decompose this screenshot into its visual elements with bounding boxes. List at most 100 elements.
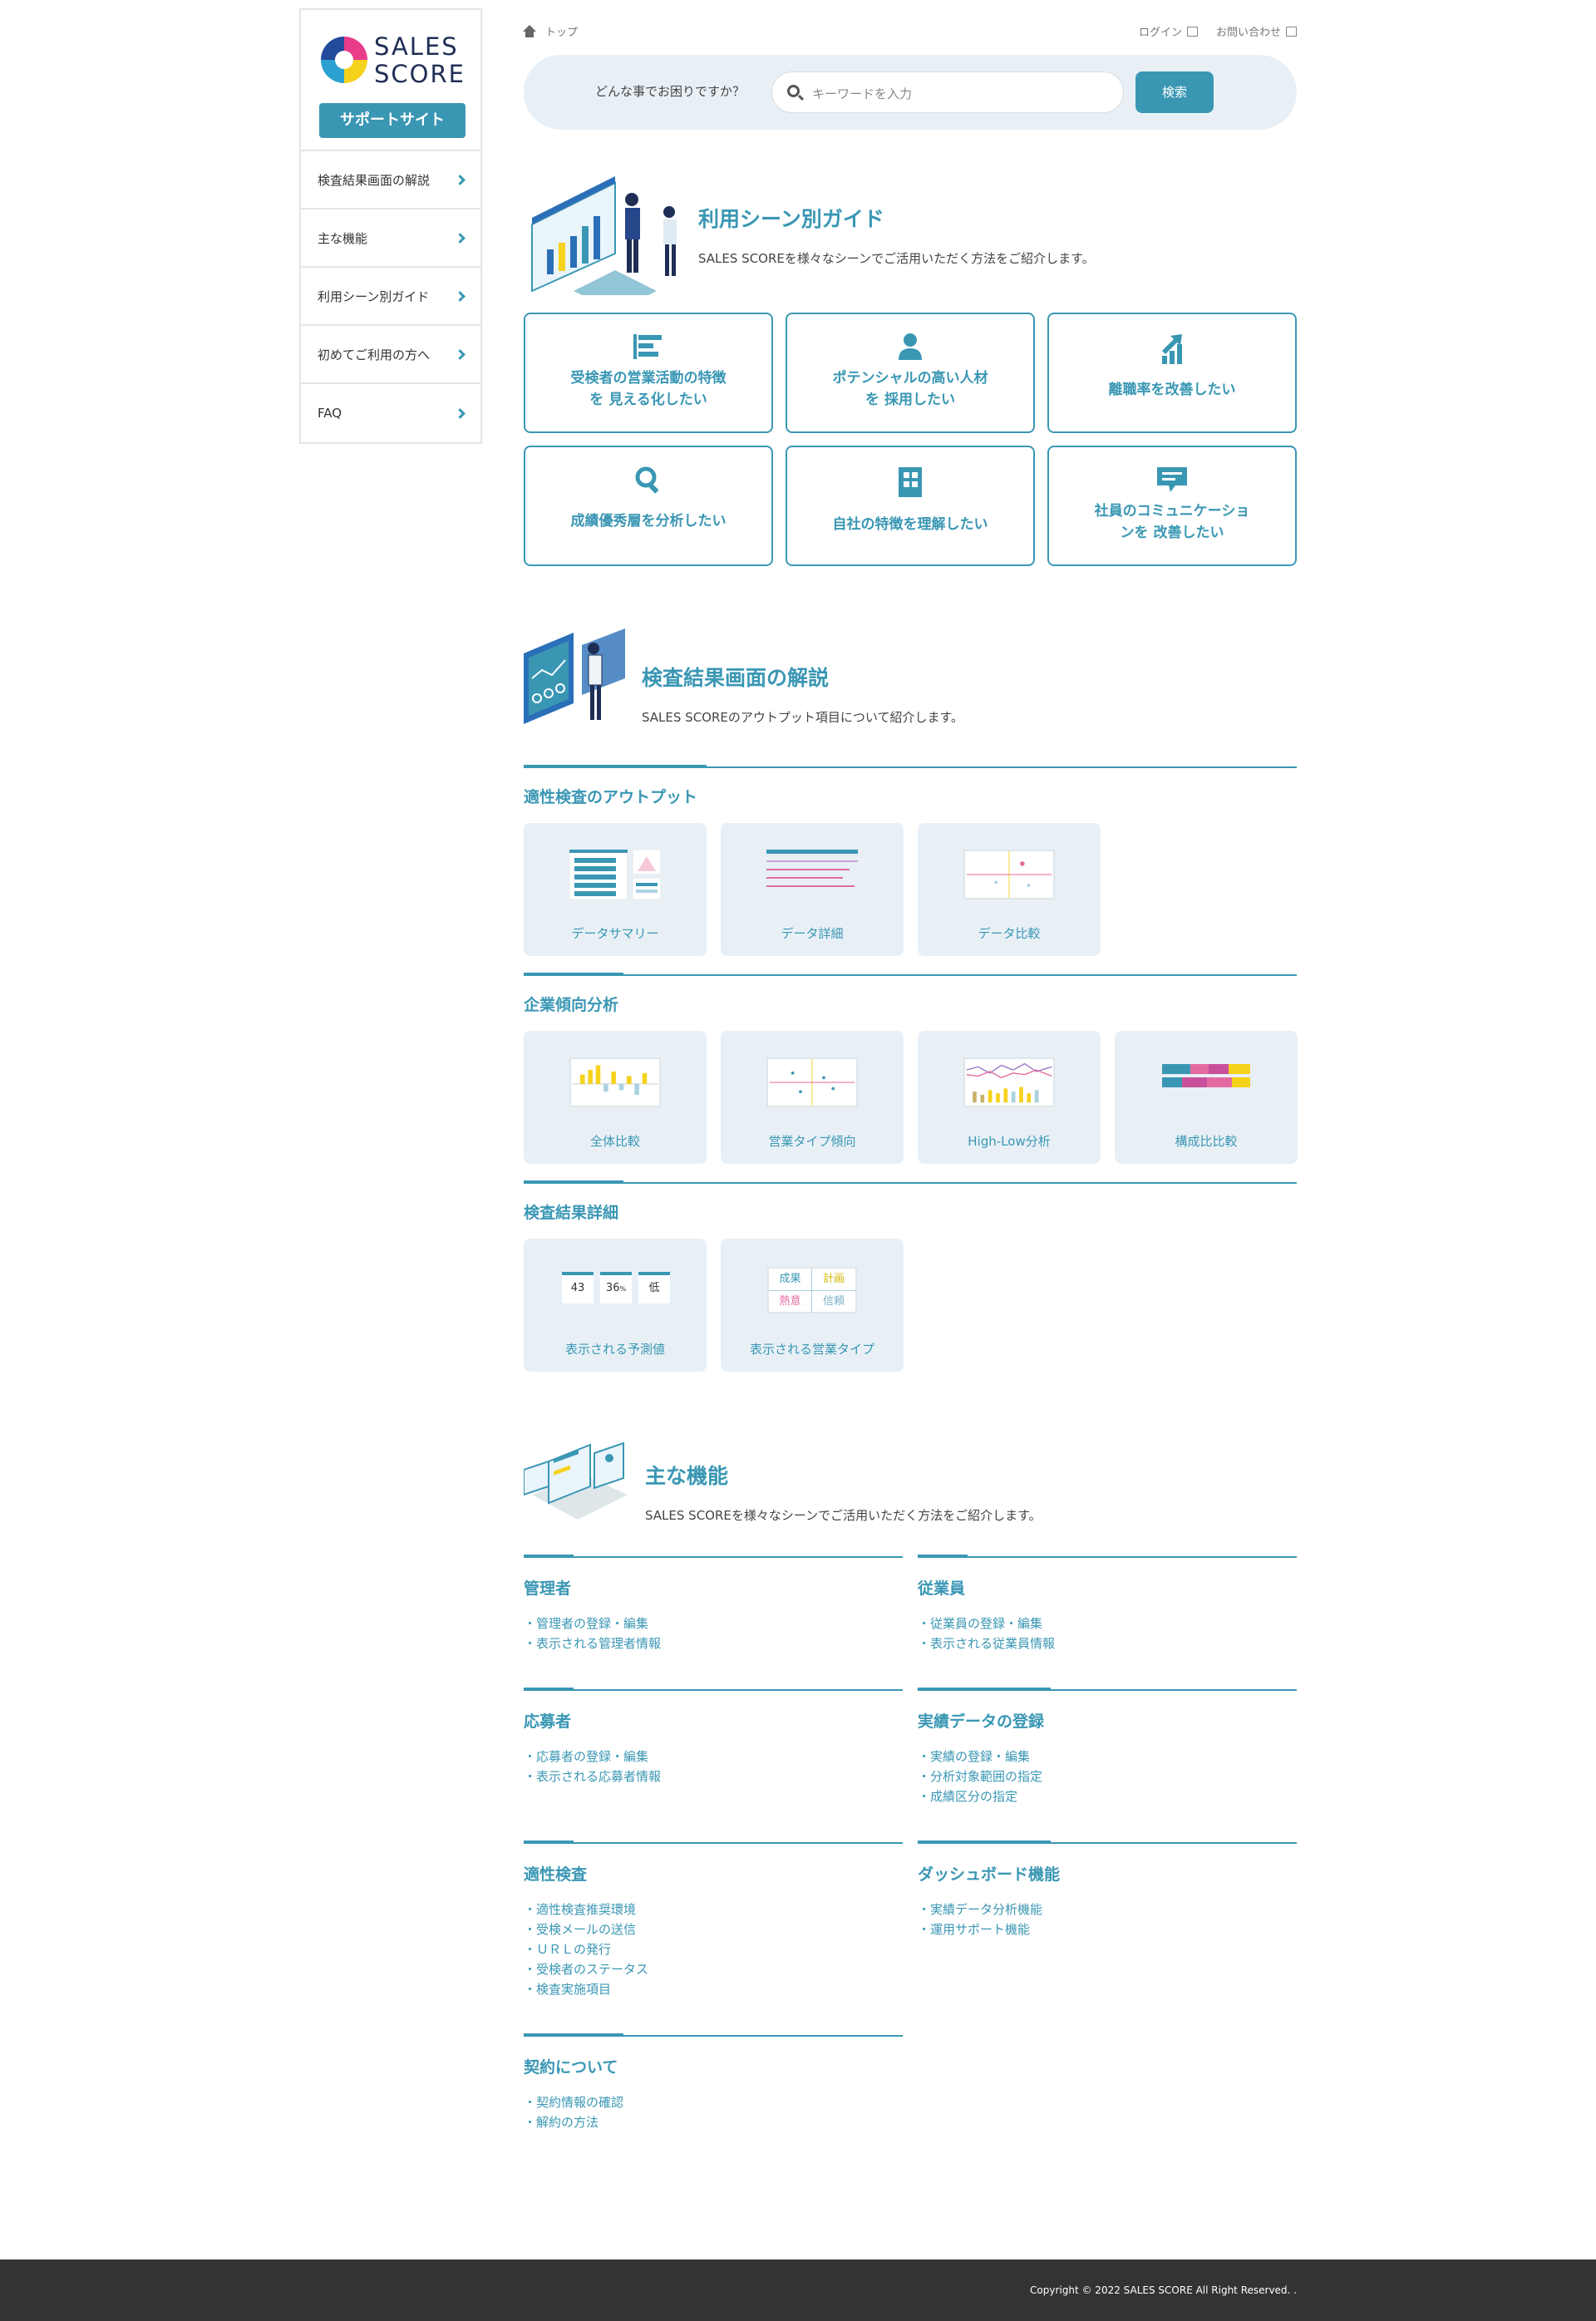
thumb-label: データ詳細 xyxy=(781,926,844,941)
thumb-sales-type-trend[interactable]: 営業タイプ傾向 xyxy=(721,1031,904,1164)
feature-link[interactable]: 表示される従業員情報 xyxy=(918,1634,1297,1653)
sales-score-logo-icon xyxy=(321,37,367,83)
scene-card-company[interactable]: 自社の特徴を理解したい xyxy=(786,446,1035,566)
thumb-label: 表示される予測値 xyxy=(564,1342,665,1357)
search-placeholder: キーワードを入力 xyxy=(812,86,913,101)
results-desc: SALES SCOREのアウトプット項目について紹介します。 xyxy=(642,710,963,725)
data-detail-image xyxy=(766,850,858,887)
chevron-right-icon xyxy=(455,348,466,360)
thumb-label: データ比較 xyxy=(978,926,1041,941)
feature-link[interactable]: 契約情報の確認 xyxy=(524,2092,903,2112)
home-icon[interactable] xyxy=(522,24,537,38)
breadcrumb-top[interactable]: トップ xyxy=(545,23,578,39)
feature-title: 応募者 xyxy=(524,1712,572,1731)
scene-card-turnover[interactable]: 離職率を改善したい xyxy=(1047,313,1297,433)
subhead-result-detail: 検査結果詳細 xyxy=(524,1180,1297,1222)
data-summary-image xyxy=(569,850,661,899)
person-icon xyxy=(899,333,922,360)
thumb-overall-compare[interactable]: 全体比較 xyxy=(524,1031,707,1164)
thumb-label: 全体比較 xyxy=(589,1134,640,1149)
mail-icon xyxy=(1286,27,1297,37)
feature-link[interactable]: 成績区分の指定 xyxy=(918,1786,1297,1806)
sales-type-image: 成果 計画 熱意 信頼 xyxy=(767,1267,857,1313)
top-links: ログイン お問い合わせ xyxy=(1139,23,1297,39)
search-button[interactable]: 検索 xyxy=(1135,71,1214,113)
results-title: 検査結果画面の解説 xyxy=(642,666,830,690)
building-icon xyxy=(899,467,922,497)
thumb-label: High-Low分析 xyxy=(968,1134,1051,1149)
thumb-data-summary[interactable]: データサマリー xyxy=(524,823,707,956)
copyright: Copyright © 2022 SALES SCORE All Right R… xyxy=(1030,2284,1297,2296)
search-bar: どんな事でお困りですか？ キーワードを入力 検索 xyxy=(524,55,1297,130)
scene-card-label: 社員のコミュニケーショ xyxy=(1094,503,1250,520)
chevron-right-icon xyxy=(455,232,466,244)
feature-link[interactable]: 従業員の登録・編集 xyxy=(918,1614,1297,1634)
thumb-sales-type[interactable]: 成果 計画 熱意 信頼 表示される営業タイプ xyxy=(721,1239,904,1372)
chevron-right-icon xyxy=(455,174,466,185)
feature-contract: 契約について 契約情報の確認解約の方法 xyxy=(524,2033,903,2132)
sales-type-label: 計画 xyxy=(812,1269,855,1291)
sidebar: SALES SCORE サポートサイト 検査結果画面の解説 主な機能 利用シーン… xyxy=(299,8,482,444)
search-icon xyxy=(635,466,659,494)
thumb-high-low[interactable]: High-Low分析 xyxy=(918,1031,1101,1164)
feature-link[interactable]: 適性検査推奨環境 xyxy=(524,1900,903,1919)
feature-link[interactable]: 応募者の登録・編集 xyxy=(524,1747,903,1767)
thumb-label: データサマリー xyxy=(571,926,659,941)
search-input[interactable]: キーワードを入力 xyxy=(771,71,1124,113)
sidebar-item-faq[interactable]: FAQ xyxy=(301,384,480,442)
login-link[interactable]: ログイン xyxy=(1139,23,1198,39)
feature-link[interactable]: 解約の方法 xyxy=(524,2112,903,2132)
support-site-button[interactable]: サポートサイト xyxy=(319,103,466,138)
scene-card-label: 受検者の営業活動の特徴 xyxy=(570,370,727,387)
scene-card-top-performers[interactable]: 成績優秀層を分析したい xyxy=(524,446,773,566)
scene-card-label: 離職率を改善したい xyxy=(1108,382,1236,398)
feature-aptitude-test: 適性検査 適性検査推奨環境 受検メールの送信 ＵＲＬの発行 受検者のステータス … xyxy=(524,1841,903,1999)
feature-link[interactable]: 管理者の登録・編集 xyxy=(524,1614,903,1634)
features-heading: 主な機能 SALES SCOREを様々なシーンでご活用いただく方法をご紹介します… xyxy=(645,1460,1042,1524)
feature-performance-data: 実績データの登録 実績の登録・編集分析対象範囲の指定成績区分の指定 xyxy=(918,1688,1297,1806)
thumb-data-compare[interactable]: データ比較 xyxy=(918,823,1101,956)
scene-card-hiring[interactable]: ポテンシャルの高い人材を 採用したい xyxy=(786,313,1035,433)
feature-title: 従業員 xyxy=(918,1579,966,1598)
scene-card-communication[interactable]: 社員のコミュニケーショ ンを 改善したい xyxy=(1047,446,1297,566)
thumb-predict-values[interactable]: 43 36% 低 表示される予測値 xyxy=(524,1239,707,1372)
feature-link[interactable]: 運用サポート機能 xyxy=(918,1919,1297,1939)
feature-link[interactable]: 検査実施項目 xyxy=(524,1979,903,1999)
thumb-data-detail[interactable]: データ詳細 xyxy=(721,823,904,956)
feature-link[interactable]: ＵＲＬの発行 xyxy=(524,1939,903,1959)
feature-title: 適性検査 xyxy=(524,1865,588,1884)
feature-link[interactable]: 実績の登録・編集 xyxy=(918,1747,1297,1767)
breadcrumb: トップ xyxy=(522,23,578,39)
feature-title: 実績データの登録 xyxy=(918,1712,1045,1731)
scene-card-label: を 採用したい xyxy=(865,392,955,408)
overall-compare-image xyxy=(569,1057,661,1107)
sales-type-trend-image xyxy=(766,1057,858,1107)
thumb-label: 営業タイプ傾向 xyxy=(768,1134,856,1149)
feature-applicant: 応募者 応募者の登録・編集表示される応募者情報 xyxy=(524,1688,903,1786)
logo-text: SALES SCORE xyxy=(374,32,466,88)
sidebar-item-first-time[interactable]: 初めてご利用の方へ xyxy=(301,326,480,384)
feature-link[interactable]: 分析対象範囲の指定 xyxy=(918,1767,1297,1786)
contact-link[interactable]: お問い合わせ xyxy=(1216,23,1297,39)
footer: Copyright © 2022 SALES SCORE All Right R… xyxy=(0,2259,1596,2321)
sales-type-label: 成果 xyxy=(769,1269,812,1291)
scene-guide-heading: 利用シーン別ガイド SALES SCOREを様々なシーンでご活用いただく方法をご… xyxy=(698,203,1095,267)
logo-area: SALES SCORE サポートサイト xyxy=(301,10,480,151)
feature-link[interactable]: 実績データ分析機能 xyxy=(918,1900,1297,1919)
feature-link[interactable]: 受検メールの送信 xyxy=(524,1919,903,1939)
scene-card-visualize[interactable]: 受検者の営業活動の特徴を 見える化したい xyxy=(524,313,773,433)
thumb-composition[interactable]: 構成比比較 xyxy=(1115,1031,1298,1164)
subhead-output: 適性検査のアウトプット xyxy=(524,765,1297,806)
feature-link[interactable]: 表示される応募者情報 xyxy=(524,1767,903,1786)
sidebar-item-results[interactable]: 検査結果画面の解説 xyxy=(301,151,480,209)
scene-guide-desc: SALES SCOREを様々なシーンでご活用いただく方法をご紹介します。 xyxy=(698,251,1095,266)
sidebar-item-scene-guide[interactable]: 利用シーン別ガイド xyxy=(301,268,480,326)
feature-link[interactable]: 表示される管理者情報 xyxy=(524,1634,903,1653)
sidebar-item-features[interactable]: 主な機能 xyxy=(301,209,480,268)
feature-link[interactable]: 受検者のステータス xyxy=(524,1959,903,1979)
scene-card-label: ンを 改善したい xyxy=(1120,525,1224,541)
feature-dashboard: ダッシュボード機能 実績データ分析機能運用サポート機能 xyxy=(918,1841,1297,1939)
scene-card-label: 成績優秀層を分析したい xyxy=(570,513,727,530)
chevron-right-icon xyxy=(455,290,466,302)
features-illustration xyxy=(524,1441,628,1520)
